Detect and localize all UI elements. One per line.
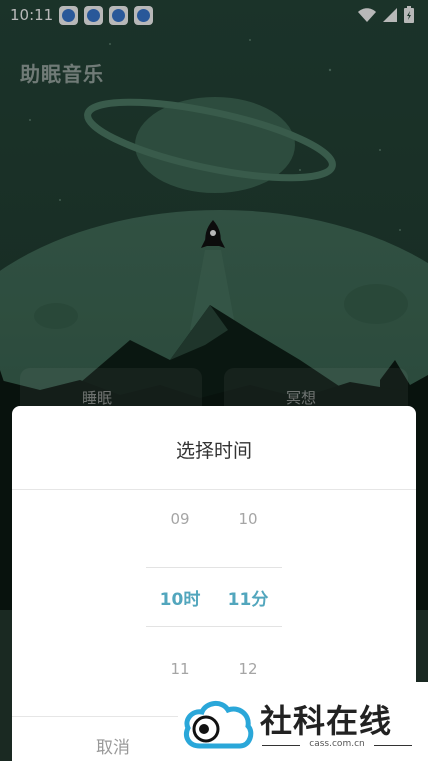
- watermark-domain: cass.com.cn: [262, 739, 412, 749]
- hour-selected[interactable]: 10时: [150, 585, 210, 610]
- cloud-eye-icon: [184, 701, 254, 749]
- minute-option[interactable]: 12: [218, 660, 278, 678]
- dialog-title: 选择时间: [175, 440, 252, 462]
- minute-selected[interactable]: 11分: [218, 585, 278, 610]
- picker-selection-line: [146, 626, 282, 627]
- divider: [12, 489, 416, 490]
- picker-selection-line: [146, 567, 282, 568]
- hour-option[interactable]: 11: [150, 660, 210, 678]
- watermark-name: 社科在线: [260, 702, 393, 740]
- hour-option[interactable]: 09: [150, 510, 210, 528]
- minute-option[interactable]: 10: [218, 510, 278, 528]
- watermark-logo: 社科在线 cass.com.cn: [178, 682, 428, 761]
